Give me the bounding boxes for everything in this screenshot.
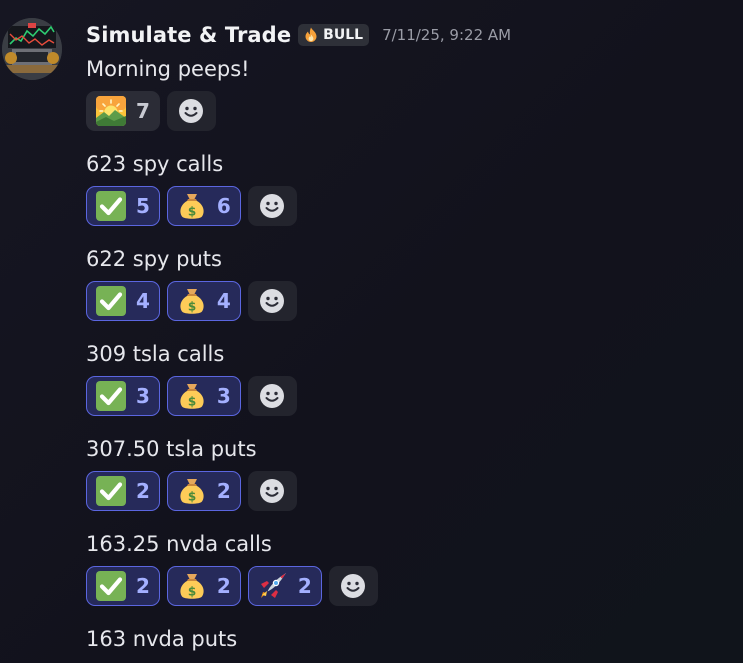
money-bag-emoji — [177, 476, 207, 506]
reaction-money-bag[interactable]: 3 — [166, 376, 241, 416]
username[interactable]: Simulate & Trade — [86, 23, 291, 47]
reaction-money-bag[interactable]: 2 — [166, 566, 241, 606]
message-header: Simulate & Trade BULL 7/11/25, 9:22 AM — [86, 21, 511, 49]
reaction-money-bag[interactable]: 4 — [166, 281, 241, 321]
check-mark-emoji — [96, 571, 126, 601]
reaction-check-mark[interactable]: 5 — [86, 186, 160, 226]
message-line: 307.50 tsla puts — [86, 437, 257, 461]
reaction-bar: 7 — [86, 91, 216, 131]
add-reaction-button[interactable] — [247, 186, 297, 226]
reaction-count: 3 — [136, 384, 150, 408]
reaction-count: 4 — [136, 289, 150, 313]
reaction-bar: 2 2 2 — [86, 566, 378, 606]
chat-message: Simulate & Trade BULL 7/11/25, 9:22 AM M… — [0, 0, 743, 663]
role-tag[interactable]: BULL — [298, 24, 370, 46]
message-line: Morning peeps! — [86, 57, 250, 81]
role-tag-label: BULL — [323, 27, 364, 43]
money-bag-emoji — [177, 286, 207, 316]
reaction-bar: 33 — [86, 376, 297, 416]
reaction-rocket[interactable]: 2 — [247, 566, 322, 606]
check-mark-emoji — [96, 191, 126, 221]
rocket-emoji — [258, 571, 288, 601]
message-timestamp[interactable]: 7/11/25, 9:22 AM — [382, 26, 511, 44]
add-reaction-button[interactable] — [247, 281, 297, 321]
reaction-bar: 56 — [86, 186, 297, 226]
reaction-count: 2 — [297, 574, 312, 598]
add-reaction-button[interactable] — [328, 566, 378, 606]
reaction-count: 7 — [136, 99, 150, 123]
fire-icon — [305, 27, 317, 42]
reaction-bar: 22 — [86, 471, 297, 511]
reaction-count: 2 — [136, 479, 150, 503]
reaction-count: 2 — [216, 574, 231, 598]
money-bag-emoji — [177, 571, 207, 601]
smiley-add-reaction-icon — [260, 289, 285, 313]
message-line: 623 spy calls — [86, 152, 224, 176]
add-reaction-button[interactable] — [247, 376, 297, 416]
message-line: 622 spy puts — [86, 247, 222, 271]
reaction-count: 2 — [136, 574, 150, 598]
reaction-count: 3 — [216, 384, 231, 408]
reaction-count: 4 — [216, 289, 231, 313]
smiley-add-reaction-icon — [179, 99, 204, 123]
add-reaction-button[interactable] — [166, 91, 216, 131]
reaction-bar: 44 — [86, 281, 297, 321]
add-reaction-button[interactable] — [247, 471, 297, 511]
money-bag-emoji — [177, 191, 207, 221]
reaction-check-mark[interactable]: 2 — [86, 471, 160, 511]
smiley-add-reaction-icon — [260, 194, 285, 218]
money-bag-emoji — [177, 381, 207, 411]
reaction-check-mark[interactable]: 3 — [86, 376, 160, 416]
sunrise-emoji — [96, 96, 126, 126]
check-mark-emoji — [96, 381, 126, 411]
reaction-sunrise[interactable]: 7 — [86, 91, 160, 131]
check-mark-emoji — [96, 476, 126, 506]
reaction-check-mark[interactable]: 4 — [86, 281, 160, 321]
smiley-add-reaction-icon — [260, 479, 285, 503]
user-avatar[interactable] — [2, 18, 62, 80]
smiley-add-reaction-icon — [260, 384, 285, 408]
reaction-count: 2 — [216, 479, 231, 503]
message-line: 309 tsla calls — [86, 342, 225, 366]
check-mark-emoji — [96, 286, 126, 316]
message-line: 163.25 nvda calls — [86, 532, 272, 556]
reaction-money-bag[interactable]: 2 — [166, 471, 241, 511]
reaction-count: 5 — [136, 194, 150, 218]
reaction-money-bag[interactable]: 6 — [166, 186, 241, 226]
smiley-add-reaction-icon — [341, 574, 366, 598]
reaction-count: 6 — [216, 194, 231, 218]
message-line: 163 nvda puts — [86, 627, 238, 651]
reaction-check-mark[interactable]: 2 — [86, 566, 160, 606]
